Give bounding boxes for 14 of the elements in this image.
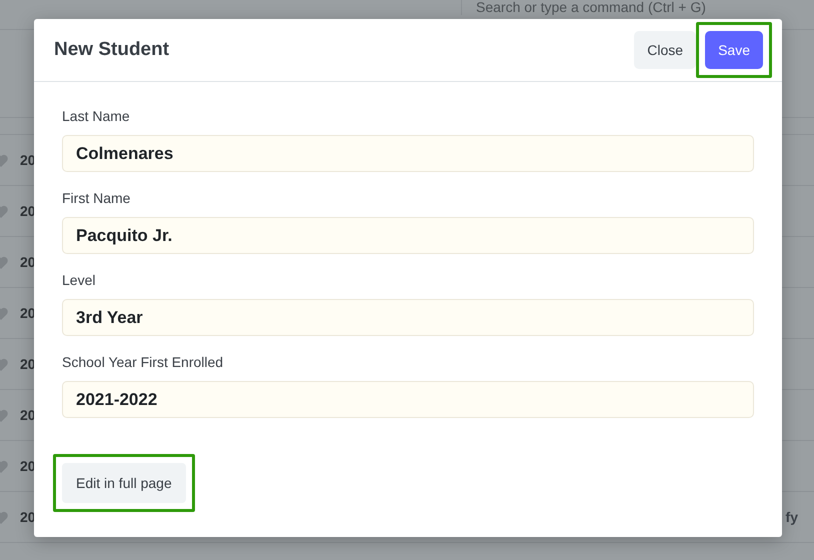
search-field[interactable]: Search or type a command (Ctrl + G) bbox=[461, 0, 814, 15]
field-label: School Year First Enrolled bbox=[62, 353, 224, 372]
row-text: fy bbox=[786, 508, 798, 527]
field-label: First Name bbox=[62, 189, 132, 208]
close-button[interactable]: Close bbox=[634, 31, 696, 69]
field-label: Last Name bbox=[62, 107, 131, 126]
input-field[interactable]: 3rd Year bbox=[62, 299, 754, 336]
save-button[interactable]: Save bbox=[705, 31, 763, 69]
input-field[interactable]: Colmenares bbox=[62, 135, 754, 172]
modal-title: New Student bbox=[54, 38, 170, 62]
edit-full-page-button[interactable]: Edit in full page bbox=[62, 463, 186, 503]
input-field[interactable]: Pacquito Jr. bbox=[62, 217, 754, 254]
field-label: Level bbox=[62, 271, 96, 290]
input-field[interactable]: 2021-2022 bbox=[62, 381, 754, 418]
